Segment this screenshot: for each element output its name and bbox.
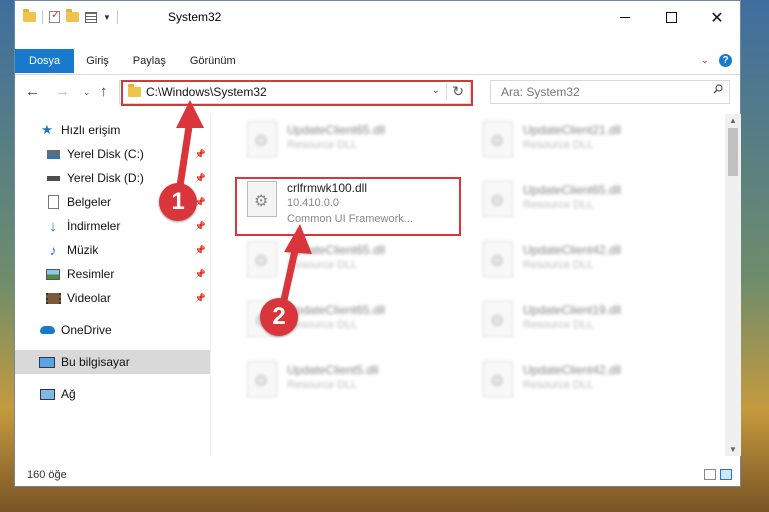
- step-marker-2: 2: [260, 298, 298, 336]
- arrow-1: [176, 100, 204, 190]
- step-marker-1: 1: [159, 183, 197, 221]
- annotation-arrows: [176, 100, 312, 304]
- arrow-2: [280, 224, 312, 304]
